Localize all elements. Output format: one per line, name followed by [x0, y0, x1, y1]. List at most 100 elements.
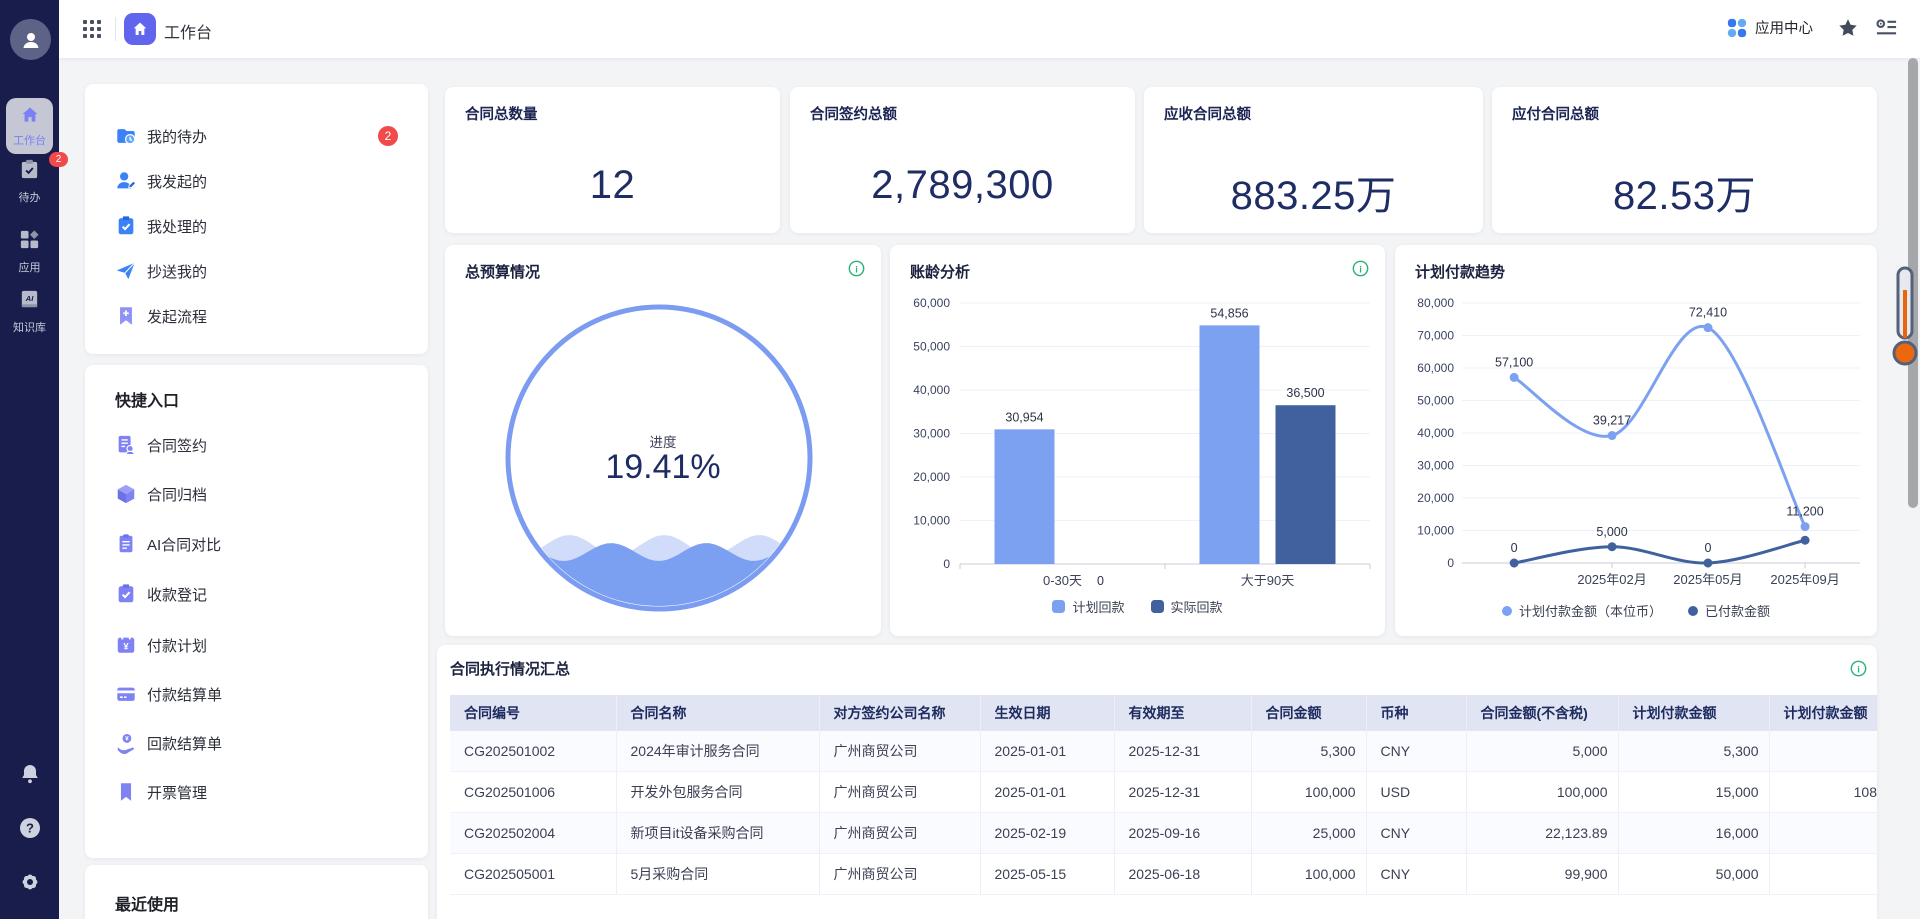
stat-title: 合同签约总额 — [810, 103, 897, 124]
scroll-progress-thermometer — [1892, 266, 1919, 368]
quick-item-receipt-register[interactable]: 收款登记 — [85, 576, 428, 612]
table-row[interactable]: CG2025050015月采购合同广州商贸公司2025-05-152025-06… — [450, 854, 1877, 895]
svg-text:39,217: 39,217 — [1593, 414, 1631, 428]
column-header: 对方签约公司名称 — [819, 695, 980, 731]
table-cell: 2025-12-31 — [1114, 772, 1251, 813]
table-cell: 50,000 — [1618, 854, 1769, 895]
stat-value: 883.25万 — [1144, 163, 1483, 221]
quick-item-payment-plan[interactable]: ¥ 付款计划 — [85, 627, 428, 663]
app-center-icon — [1727, 18, 1747, 38]
ai-compare-icon — [115, 533, 137, 555]
quick-item-ai-contract-compare[interactable]: AI合同对比 — [85, 526, 428, 562]
svg-text:AI: AI — [25, 294, 35, 303]
table-cell: 100,000 — [1466, 772, 1618, 813]
svg-text:30,000: 30,000 — [913, 427, 950, 441]
topbar: 工作台 应用中心 — [59, 0, 1920, 58]
svg-text:72,410: 72,410 — [1689, 306, 1727, 320]
table-cell: 5,300 — [1618, 731, 1769, 772]
table-cell: CG202502004 — [450, 813, 616, 854]
app-center-button[interactable]: 应用中心 — [1727, 17, 1813, 38]
sidebar-item-start-flow[interactable]: 发起流程 — [85, 298, 428, 334]
svg-text:10,000: 10,000 — [913, 514, 950, 528]
quick-item-payment-statement[interactable]: 付款结算单 — [85, 676, 428, 712]
quick-item-label: 开票管理 — [147, 782, 207, 803]
my-todo-badge: 2 — [378, 126, 398, 146]
table-cell: 100,000 — [1251, 772, 1366, 813]
apps-grid-icon — [18, 228, 41, 251]
card-title: 合同执行情况汇总 — [450, 658, 570, 679]
svg-text:5,000: 5,000 — [1596, 525, 1627, 539]
contract-execution-table: 合同编号合同名称对方签约公司名称生效日期有效期至合同金额币种合同金额(不含税)计… — [450, 695, 1877, 895]
table-cell: 广州商贸公司 — [819, 772, 980, 813]
rail-item-workbench[interactable]: 工作台 — [6, 98, 53, 154]
info-icon[interactable]: i — [1850, 660, 1867, 677]
account-settings-icon[interactable] — [1875, 18, 1898, 39]
workbench-page: 工作台 2 待办 应用 — [0, 0, 1920, 919]
table-row[interactable]: CG202501006开发外包服务合同广州商贸公司2025-01-012025-… — [450, 772, 1877, 813]
settings-button[interactable] — [0, 870, 59, 899]
sidebar-item-label: 我的待办 — [147, 126, 207, 147]
sidebar-item-label: 我处理的 — [147, 216, 207, 237]
svg-text:2025年05月: 2025年05月 — [1673, 572, 1742, 587]
notifications-button[interactable] — [0, 762, 59, 791]
svg-text:60,000: 60,000 — [1417, 361, 1454, 375]
table-cell: 22,123.89 — [1466, 813, 1618, 854]
sidebar-item-cc-me[interactable]: 抄送我的 — [85, 253, 428, 289]
info-icon[interactable]: i — [848, 260, 865, 277]
stat-title: 应付合同总额 — [1512, 103, 1599, 124]
table-cell: 99,900 — [1466, 854, 1618, 895]
grid-menu-icon[interactable] — [82, 19, 102, 39]
legend-item[interactable]: 计划付款金额（本位币） — [1502, 601, 1662, 620]
table-cell: 广州商贸公司 — [819, 854, 980, 895]
legend-item[interactable]: 实际回款 — [1151, 597, 1223, 616]
table-row[interactable]: CG202502004新项目it设备采购合同广州商贸公司2025-02-1920… — [450, 813, 1877, 854]
table-row[interactable]: CG2025010022024年审计服务合同广州商贸公司2025-01-0120… — [450, 731, 1877, 772]
svg-text:57,100: 57,100 — [1495, 355, 1533, 369]
rail-item-todo[interactable]: 2 待办 — [0, 158, 59, 205]
svg-text:70,000: 70,000 — [1417, 329, 1454, 343]
rail-item-label: 应用 — [0, 259, 59, 275]
table-cell: 108 — [1769, 772, 1877, 813]
quick-item-contract-sign[interactable]: 合同签约 — [85, 427, 428, 463]
info-icon[interactable]: i — [1352, 260, 1369, 277]
card-title: 总预算情况 — [465, 261, 540, 282]
table-cell: 新项目it设备采购合同 — [616, 813, 819, 854]
avatar[interactable] — [10, 19, 51, 60]
column-header: 有效期至 — [1114, 695, 1251, 731]
divider — [115, 17, 116, 41]
svg-text:30,000: 30,000 — [1417, 459, 1454, 473]
column-header: 合同编号 — [450, 695, 616, 731]
table-cell: CNY — [1366, 854, 1466, 895]
legend-item[interactable]: 计划回款 — [1052, 597, 1124, 616]
page-title: 工作台 — [164, 19, 212, 43]
user-icon — [19, 28, 43, 52]
my-todo-icon — [115, 125, 137, 147]
quick-item-contract-archive[interactable]: 合同归档 — [85, 476, 428, 512]
stat-value: 12 — [445, 163, 780, 208]
table-cell: 16,000 — [1618, 813, 1769, 854]
svg-text:11,200: 11,200 — [1786, 505, 1823, 519]
favorites-star-icon[interactable] — [1837, 17, 1859, 39]
quick-item-collection-statement[interactable]: ¥ 回款结算单 — [85, 725, 428, 761]
sidebar-item-my-processed[interactable]: 我处理的 — [85, 208, 428, 244]
legend-item[interactable]: 已付款金额 — [1688, 601, 1770, 620]
table-cell: 25,000 — [1251, 813, 1366, 854]
todo-clipboard-icon — [18, 158, 41, 181]
bell-icon — [18, 762, 42, 786]
card-title: 账龄分析 — [910, 261, 970, 282]
help-button[interactable]: ? — [0, 816, 59, 845]
quick-item-invoice-management[interactable]: 开票管理 — [85, 774, 428, 810]
workbench-home-chip[interactable] — [124, 13, 156, 45]
bar-chart-legend: 计划回款 实际回款 — [890, 597, 1385, 616]
svg-text:i: i — [1359, 264, 1362, 275]
stat-title: 应收合同总额 — [1164, 103, 1251, 124]
sidebar-item-label: 我发起的 — [147, 171, 207, 192]
app-center-label: 应用中心 — [1755, 17, 1813, 38]
gear-icon — [18, 870, 42, 894]
table-cell: 2025-01-01 — [980, 731, 1114, 772]
rail-item-apps[interactable]: 应用 — [0, 228, 59, 275]
sidebar-item-my-initiated[interactable]: 我发起的 — [85, 163, 428, 199]
sidebar-item-my-todo[interactable]: 我的待办 2 — [85, 118, 428, 154]
table-cell: 100,000 — [1251, 854, 1366, 895]
rail-item-knowledge[interactable]: AI 知识库 — [0, 288, 59, 335]
